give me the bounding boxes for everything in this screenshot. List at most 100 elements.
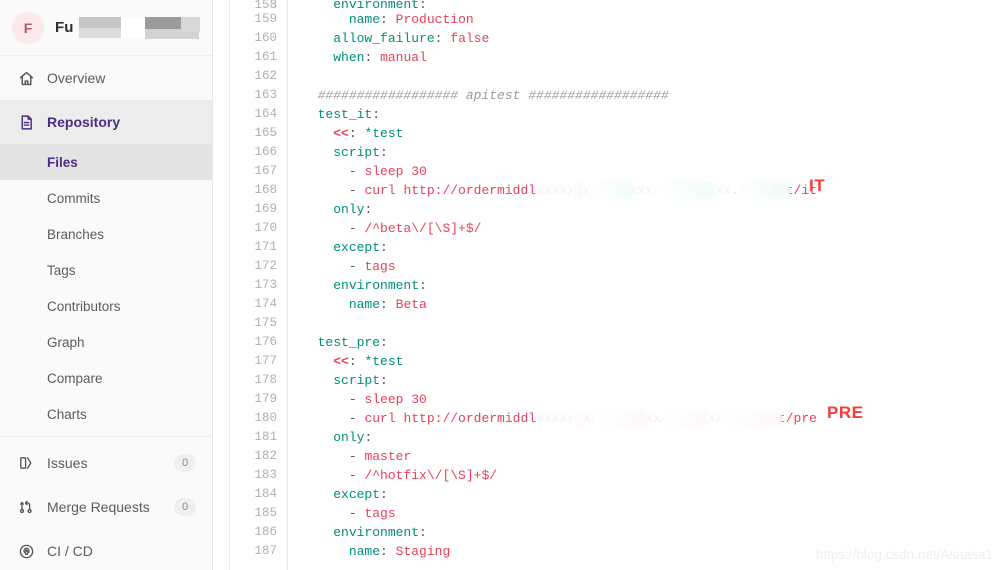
sidebar-item-overview[interactable]: Overview — [0, 56, 212, 100]
sidebar-subitem-label: Compare — [47, 370, 103, 386]
code-line: - master — [348, 449, 412, 464]
code-line: only: — [333, 430, 373, 445]
project-name: Fu — [55, 18, 74, 36]
line-number: 171 — [254, 240, 277, 254]
sidebar-subitem-label: Files — [47, 154, 78, 170]
annotation-pre: PRE — [827, 403, 864, 422]
line-number: 176 — [254, 335, 277, 349]
code-line: - sleep 30 — [348, 164, 427, 179]
sidebar-subitem-label: Contributors — [47, 298, 121, 314]
line-number: 172 — [254, 259, 277, 273]
sidebar-subitem-charts[interactable]: Charts — [0, 396, 212, 432]
line-number: 164 — [254, 107, 277, 121]
code-line: <<: *test — [333, 354, 404, 369]
sidebar-item-ci-cd[interactable]: CI / CD — [0, 529, 212, 570]
line-number: 179 — [254, 392, 277, 406]
gitlab-repository-page: F Fu .. Overview — [0, 0, 1003, 570]
code-line: when: manual — [333, 50, 427, 65]
sidebar-item-repository[interactable]: Repository — [0, 100, 212, 144]
line-number: 173 — [254, 278, 277, 292]
sidebar-subitem-files[interactable]: Files — [0, 144, 212, 180]
annotation-it: IT — [809, 176, 826, 195]
code-line: <<: *test — [333, 126, 404, 141]
line-number: 163 — [254, 88, 277, 102]
code-line: test_it: — [317, 107, 381, 122]
line-number: 181 — [254, 430, 277, 444]
sidebar-subitem-label: Tags — [47, 262, 76, 278]
code-line: - tags — [348, 259, 396, 274]
sidebar-item-label: CI / CD — [47, 543, 93, 559]
project-name-wrap: Fu .. — [55, 16, 200, 39]
sidebar-subitem-graph[interactable]: Graph — [0, 324, 212, 360]
project-sidebar: F Fu .. Overview — [0, 0, 213, 570]
sidebar-item-label: Issues — [47, 455, 88, 471]
code-line: name: Beta — [348, 297, 427, 312]
line-number: 170 — [254, 221, 277, 235]
issues-icon — [16, 453, 36, 473]
code-line: ################## apitest #############… — [317, 88, 669, 103]
repository-subnav: Files Commits Branches Tags Contributors… — [0, 144, 212, 432]
code-line: environment: — [333, 278, 427, 293]
code-line: only: — [333, 202, 373, 217]
sidebar-divider — [0, 436, 212, 437]
code-content[interactable]: environment: name: Production allow_fail… — [288, 0, 1003, 570]
sidebar-subitem-contributors[interactable]: Contributors — [0, 288, 212, 324]
sidebar-item-issues[interactable]: Issues 0 — [0, 441, 212, 485]
code-line: - tags — [348, 506, 396, 521]
code-line: - curl http://ordermiddlxxxxxxxxxxxxxxxx… — [348, 410, 817, 427]
line-number: 174 — [254, 297, 277, 311]
line-number: 187 — [254, 544, 277, 558]
line-number: 169 — [254, 202, 277, 216]
line-number: 177 — [254, 354, 277, 368]
issues-count-badge: 0 — [174, 454, 196, 472]
sidebar-item-label: Merge Requests — [47, 499, 150, 515]
code-line: script: — [333, 373, 388, 388]
sidebar-subitem-label: Graph — [47, 334, 85, 350]
code-line: allow_failure: false — [333, 31, 490, 46]
line-number: 168 — [254, 183, 277, 197]
file-content-pane: 158 159 160 161 162 163 164 165 166 167 168 169 170 1… — [230, 0, 1003, 570]
home-icon — [16, 68, 36, 88]
project-header[interactable]: F Fu .. — [0, 0, 212, 56]
merge-request-icon — [16, 497, 36, 517]
line-number: 158 — [254, 0, 277, 10]
rocket-icon — [16, 541, 36, 561]
code-line: script: — [333, 145, 388, 160]
line-number: 159 — [254, 12, 277, 26]
sidebar-subitem-branches[interactable]: Branches — [0, 216, 212, 252]
sidebar-subitem-commits[interactable]: Commits — [0, 180, 212, 216]
line-number: 183 — [254, 468, 277, 482]
code-line: except: — [333, 487, 388, 502]
code-line: environment: — [333, 0, 427, 10]
code-line: environment: — [333, 525, 427, 540]
line-number: 182 — [254, 449, 277, 463]
line-number: 160 — [254, 31, 277, 45]
line-number: 167 — [254, 164, 277, 178]
line-number: 180 — [254, 411, 277, 425]
project-avatar: F — [12, 11, 44, 44]
watermark: https://blog.csdn.net/Asaasa1 — [815, 547, 993, 562]
sidebar-item-label: Repository — [47, 114, 121, 130]
sidebar-item-merge-requests[interactable]: Merge Requests 0 — [0, 485, 212, 529]
sidebar-subitem-label: Commits — [47, 190, 101, 206]
line-number: 185 — [254, 506, 277, 520]
sidebar-subitem-compare[interactable]: Compare — [0, 360, 212, 396]
sidebar-subitem-tags[interactable]: Tags — [0, 252, 212, 288]
line-number: 175 — [254, 316, 277, 330]
line-number: 162 — [254, 69, 277, 83]
code-line: test_pre: — [317, 335, 388, 350]
code-line: - /^hotfix\/[\S]+$/ — [348, 468, 498, 483]
sidebar-gap — [213, 0, 230, 570]
line-number: 165 — [254, 126, 277, 140]
code-line: - sleep 30 — [348, 392, 427, 407]
line-number: 178 — [254, 373, 277, 387]
document-icon — [16, 112, 36, 132]
code-line: name: Production — [348, 12, 474, 27]
sidebar-item-label: Overview — [47, 70, 106, 86]
sidebar-subitem-label: Charts — [47, 406, 87, 422]
code-line: except: — [333, 240, 388, 255]
line-number-gutter: 158 159 160 161 162 163 164 165 166 167 168 169 170 1… — [230, 0, 288, 570]
code-line: - curl http://ordermiddlxxxxxxxxxxxxxxxx… — [348, 182, 817, 199]
